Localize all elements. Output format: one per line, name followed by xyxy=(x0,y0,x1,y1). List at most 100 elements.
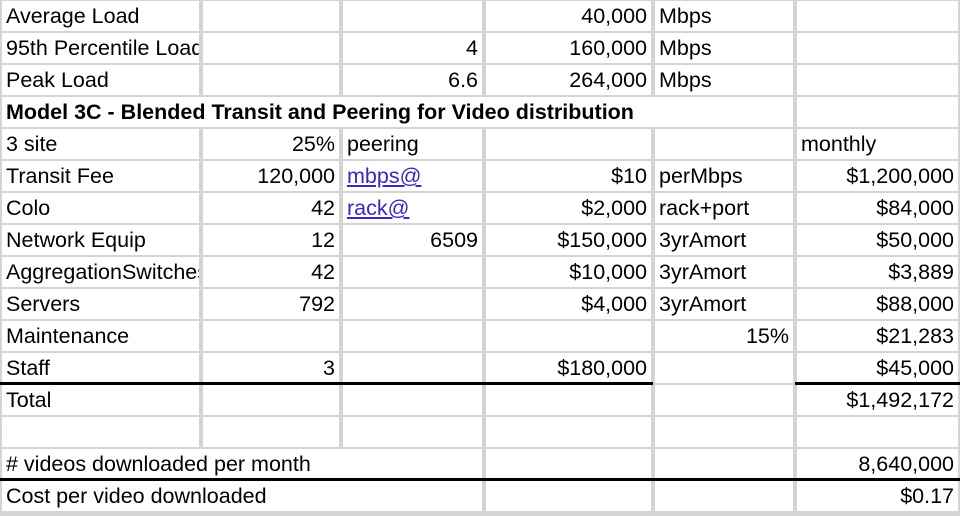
cell-c6[interactable]: mbps@ xyxy=(343,161,482,191)
cell-d7[interactable]: $2,000 xyxy=(486,193,651,223)
table-row[interactable]: Model 3C - Blended Transit and Peering f… xyxy=(0,96,960,128)
cell-a7[interactable]: Colo xyxy=(2,193,199,223)
table-row[interactable]: AggregationSwitches 42 $10,000 3yrAmort … xyxy=(0,256,960,288)
cell-d14[interactable] xyxy=(486,417,651,447)
cell-f7[interactable]: $84,000 xyxy=(797,193,958,223)
cell-c3[interactable]: 6.6 xyxy=(343,65,482,95)
table-row[interactable]: Colo 42 rack@ $2,000 rack+port $84,000 xyxy=(0,192,960,224)
cell-e15[interactable] xyxy=(655,449,793,479)
spreadsheet-grid[interactable]: Average Load 40,000 Mbps 95th Percentile… xyxy=(0,0,960,516)
cell-b10[interactable]: 792 xyxy=(203,289,339,319)
table-row[interactable]: Servers 792 $4,000 3yrAmort $88,000 xyxy=(0,288,960,320)
cell-c12[interactable] xyxy=(343,353,482,383)
table-row[interactable] xyxy=(0,416,960,448)
table-row[interactable]: Average Load 40,000 Mbps xyxy=(0,0,960,32)
cell-b6[interactable]: 120,000 xyxy=(203,161,339,191)
hyperlink-mbps[interactable]: mbps@ xyxy=(347,164,421,188)
cell-e8[interactable]: 3yrAmort xyxy=(655,225,793,255)
cell-c13[interactable] xyxy=(343,385,482,415)
cell-a6[interactable]: Transit Fee xyxy=(2,161,199,191)
cell-c10[interactable] xyxy=(343,289,482,319)
cell-d15[interactable] xyxy=(486,449,651,479)
table-row[interactable]: Staff 3 $180,000 $45,000 xyxy=(0,352,960,384)
cell-d3[interactable]: 264,000 xyxy=(486,65,651,95)
cell-e2[interactable]: Mbps xyxy=(655,33,793,63)
cell-e9[interactable]: 3yrAmort xyxy=(655,257,793,287)
cell-e11[interactable]: 15% xyxy=(655,321,793,351)
cell-d8[interactable]: $150,000 xyxy=(486,225,651,255)
cell-a9[interactable]: AggregationSwitches xyxy=(2,257,199,287)
cell-a13[interactable]: Total xyxy=(2,385,199,415)
cell-a1[interactable]: Average Load xyxy=(2,1,199,31)
cell-b7[interactable]: 42 xyxy=(203,193,339,223)
table-row[interactable]: Peak Load 6.6 264,000 Mbps xyxy=(0,64,960,96)
cell-d1[interactable]: 40,000 xyxy=(486,1,651,31)
model-title-cell[interactable]: Model 3C - Blended Transit and Peering f… xyxy=(2,97,793,127)
cell-c1[interactable] xyxy=(343,1,482,31)
cell-c11[interactable] xyxy=(343,321,482,351)
cell-f9[interactable]: $3,889 xyxy=(797,257,958,287)
cell-e6[interactable]: perMbps xyxy=(655,161,793,191)
cell-d5[interactable] xyxy=(486,129,651,159)
cell-d10[interactable]: $4,000 xyxy=(486,289,651,319)
cell-d12[interactable]: $180,000 xyxy=(486,353,651,383)
cell-c8[interactable]: 6509 xyxy=(343,225,482,255)
cell-e3[interactable]: Mbps xyxy=(655,65,793,95)
cell-c7[interactable]: rack@ xyxy=(343,193,482,223)
cell-e10[interactable]: 3yrAmort xyxy=(655,289,793,319)
cell-a10[interactable]: Servers xyxy=(2,289,199,319)
cell-d2[interactable]: 160,000 xyxy=(486,33,651,63)
cell-f3[interactable] xyxy=(797,65,958,95)
cell-f11[interactable]: $21,283 xyxy=(797,321,958,351)
cell-f12[interactable]: $45,000 xyxy=(797,353,958,383)
table-row[interactable]: Cost per video downloaded $0.17 xyxy=(0,480,960,512)
cell-f14[interactable] xyxy=(797,417,958,447)
table-row[interactable]: Transit Fee 120,000 mbps@ $10 perMbps $1… xyxy=(0,160,960,192)
cell-b5[interactable]: 25% xyxy=(203,129,339,159)
cell-d9[interactable]: $10,000 xyxy=(486,257,651,287)
cell-f5[interactable]: monthly xyxy=(797,129,958,159)
cell-e1[interactable]: Mbps xyxy=(655,1,793,31)
cell-f13[interactable]: $1,492,172 xyxy=(797,385,958,415)
cell-b3[interactable] xyxy=(203,65,339,95)
cell-b2[interactable] xyxy=(203,33,339,63)
hyperlink-rack[interactable]: rack@ xyxy=(347,196,409,220)
cell-b14[interactable] xyxy=(203,417,339,447)
cell-e14[interactable] xyxy=(655,417,793,447)
table-row[interactable]: 95th Percentile Load 4 160,000 Mbps xyxy=(0,32,960,64)
cell-b11[interactable] xyxy=(203,321,339,351)
cell-d6[interactable]: $10 xyxy=(486,161,651,191)
cell-e7[interactable]: rack+port xyxy=(655,193,793,223)
table-row[interactable]: # videos downloaded per month 8,640,000 xyxy=(0,448,960,480)
table-row[interactable]: 3 site 25% peering monthly xyxy=(0,128,960,160)
cell-e16[interactable] xyxy=(655,481,793,511)
cell-f4[interactable] xyxy=(797,97,958,127)
cell-b12[interactable]: 3 xyxy=(203,353,339,383)
cell-f1[interactable] xyxy=(797,1,958,31)
cell-a3[interactable]: Peak Load xyxy=(2,65,199,95)
cell-f8[interactable]: $50,000 xyxy=(797,225,958,255)
cell-b8[interactable]: 12 xyxy=(203,225,339,255)
cell-f10[interactable]: $88,000 xyxy=(797,289,958,319)
cell-e5[interactable] xyxy=(655,129,793,159)
cell-c2[interactable]: 4 xyxy=(343,33,482,63)
cell-c5[interactable]: peering xyxy=(343,129,482,159)
cell-c14[interactable] xyxy=(343,417,482,447)
cell-a2[interactable]: 95th Percentile Load xyxy=(2,33,199,63)
cell-a5[interactable]: 3 site xyxy=(2,129,199,159)
table-row[interactable]: Network Equip 12 6509 $150,000 3yrAmort … xyxy=(0,224,960,256)
cell-d11[interactable] xyxy=(486,321,651,351)
cell-b13[interactable] xyxy=(203,385,339,415)
cell-d13[interactable] xyxy=(486,385,651,415)
cell-d16[interactable] xyxy=(486,481,651,511)
cell-f2[interactable] xyxy=(797,33,958,63)
table-row[interactable]: Maintenance 15% $21,283 xyxy=(0,320,960,352)
cell-b9[interactable]: 42 xyxy=(203,257,339,287)
cell-e12[interactable] xyxy=(655,353,793,383)
cell-f15[interactable]: 8,640,000 xyxy=(797,449,958,479)
cell-a14[interactable] xyxy=(2,417,199,447)
cell-e13[interactable] xyxy=(655,385,793,415)
cell-a11[interactable]: Maintenance xyxy=(2,321,199,351)
cell-a8[interactable]: Network Equip xyxy=(2,225,199,255)
cell-c9[interactable] xyxy=(343,257,482,287)
